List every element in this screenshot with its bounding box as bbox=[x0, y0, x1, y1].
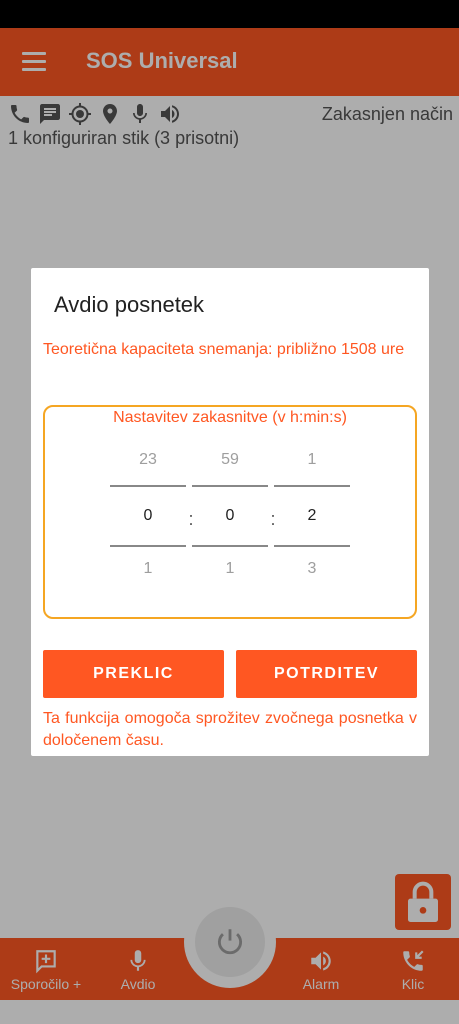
seconds-prev[interactable]: 1 bbox=[274, 445, 350, 485]
seconds-next[interactable]: 3 bbox=[274, 547, 350, 587]
cancel-button[interactable]: PREKLIC bbox=[43, 650, 224, 698]
confirm-button[interactable]: POTRDITEV bbox=[236, 650, 417, 698]
minutes-next[interactable]: 1 bbox=[192, 547, 268, 587]
hours-current[interactable]: 0 bbox=[110, 485, 186, 547]
capacity-text: Teoretična kapaciteta snemanja: približn… bbox=[43, 341, 405, 358]
minutes-picker[interactable]: 59 0 1 bbox=[192, 445, 268, 587]
seconds-current[interactable]: 2 bbox=[274, 485, 350, 547]
info-text: Ta funkcija omogoča sprožitev zvočnega p… bbox=[43, 710, 417, 749]
minutes-prev[interactable]: 59 bbox=[192, 445, 268, 485]
hours-picker[interactable]: 23 0 1 bbox=[110, 445, 186, 587]
picker-caption: Nastavitev zakasnitve (v h:min:s) bbox=[113, 409, 347, 426]
hours-next[interactable]: 1 bbox=[110, 547, 186, 587]
delay-picker: Nastavitev zakasnitve (v h:min:s) 23 0 1… bbox=[43, 405, 417, 619]
audio-recording-dialog: Avdio posnetek Teoretična kapaciteta sne… bbox=[31, 268, 429, 756]
minutes-current[interactable]: 0 bbox=[192, 485, 268, 547]
dialog-title: Avdio posnetek bbox=[54, 292, 205, 317]
seconds-picker[interactable]: 1 2 3 bbox=[274, 445, 350, 587]
hours-prev[interactable]: 23 bbox=[110, 445, 186, 485]
